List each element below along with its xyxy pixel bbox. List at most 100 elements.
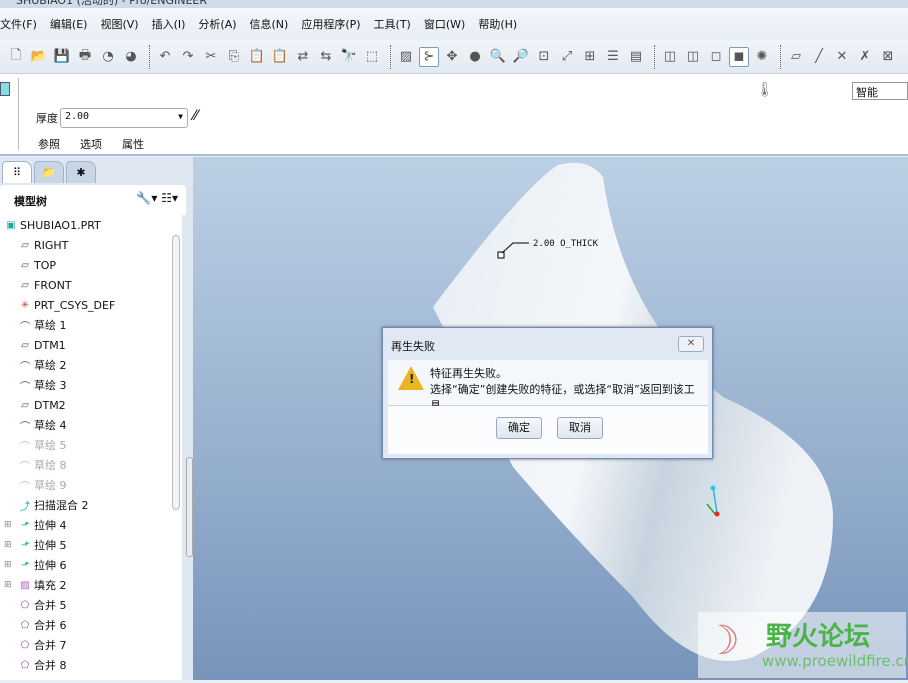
wireframe-icon[interactable]: ◫ (660, 47, 680, 67)
orient-icon[interactable]: ✥ (442, 47, 462, 67)
tree-item[interactable]: ⬠ 合并 7 (18, 635, 67, 655)
paste-special-icon[interactable]: 📋 (270, 47, 290, 67)
shading-icon[interactable]: ◼ (729, 46, 749, 67)
open-icon[interactable]: 📂 (29, 47, 49, 67)
tree-item[interactable]: ⌒ 草绘 3 (18, 375, 67, 395)
expand-icon[interactable]: ⊞ (4, 540, 12, 550)
tree-item[interactable]: ⬠ 合并 5 (18, 595, 67, 615)
menu-item[interactable]: 视图(V) (100, 16, 138, 32)
expand-icon[interactable]: ⊞ (4, 520, 12, 530)
copy-icon[interactable]: ⎘ (224, 47, 244, 67)
close-button[interactable]: ✕ (678, 336, 704, 352)
refit-icon[interactable]: ⊡ (534, 47, 554, 67)
tab-properties[interactable]: 属性 (122, 136, 144, 152)
menu-item[interactable]: 分析(A) (198, 16, 236, 32)
selection-filter[interactable]: 智能 (852, 82, 908, 100)
menu-item[interactable]: 插入(I) (152, 16, 186, 32)
menu-item[interactable]: 工具(T) (374, 16, 411, 32)
tree-item[interactable]: ⌒ 草绘 2 (18, 355, 67, 375)
tree-item[interactable]: ⌒ 草绘 9 (18, 475, 67, 495)
menu-item[interactable]: 帮助(H) (478, 16, 517, 32)
send-icon[interactable]: ◔ (98, 47, 118, 67)
tree-scrollbar[interactable] (172, 235, 180, 510)
zoom-out-icon[interactable]: 🔎 (511, 47, 531, 67)
tree-item[interactable]: ✳ PRT_CSYS_DEF (18, 295, 116, 315)
redo-icon[interactable]: ↷ (178, 47, 198, 67)
csys-icon[interactable]: ✗ (855, 47, 875, 67)
tree-item[interactable]: ⌒ 草绘 8 (18, 455, 67, 475)
tree-item-label: FRONT (34, 278, 72, 292)
tree-item[interactable]: ⤴ 扫描混合 2 (18, 495, 89, 515)
tree-item[interactable]: ⊞ ▨ 填充 2 (4, 575, 67, 595)
datum-point-icon[interactable]: ✕ (832, 47, 852, 67)
layers-icon[interactable]: ☰ (603, 47, 623, 67)
tree-item[interactable]: ⊞ ⬏ 拉伸 4 (4, 515, 67, 535)
repaint-icon[interactable]: ▨ (396, 47, 416, 67)
tree-item[interactable]: ▱ RIGHT (18, 235, 68, 255)
tree-item-label: 扫描混合 2 (34, 499, 89, 512)
dropdown-arrow-icon[interactable]: ▼ (178, 112, 183, 121)
view-manager-icon[interactable]: ▤ (626, 47, 646, 67)
tree-item[interactable]: ⌒ 草绘 1 (18, 315, 67, 335)
datum-axis-icon[interactable]: ╱ (809, 47, 829, 67)
new-icon[interactable]: 🗋 (6, 47, 26, 67)
select-box-icon[interactable]: ⬚ (362, 47, 382, 67)
enhanced-realism-icon[interactable]: ✺ (752, 47, 772, 67)
save-icon[interactable]: 💾 (52, 47, 72, 67)
thicken-feature-icon (0, 82, 10, 96)
no-hidden-icon[interactable]: ◻ (706, 47, 726, 67)
print-icon[interactable]: 🖶 (75, 47, 95, 67)
tab-references[interactable]: 参照 (38, 136, 60, 152)
cut-icon[interactable]: ✂ (201, 47, 221, 67)
link-icon[interactable]: ◕ (121, 47, 141, 67)
csys-icon: ✳ (20, 299, 30, 311)
ok-button[interactable]: 确定 (496, 417, 542, 439)
panel-splitter[interactable] (186, 457, 193, 557)
paste-icon[interactable]: 📋 (247, 47, 267, 67)
datum-plane-icon[interactable]: ▱ (786, 47, 806, 67)
tree-settings-icon[interactable]: 🔧▾ (136, 191, 157, 205)
tree-item-label: 填充 2 (34, 579, 67, 592)
tab-options[interactable]: 选项 (80, 136, 102, 152)
annotation-icon[interactable]: ⊠ (878, 47, 898, 67)
expand-icon[interactable]: ⊞ (4, 580, 12, 590)
favorites-tab[interactable]: ✱ (66, 161, 96, 183)
tree-item[interactable]: ▱ DTM1 (18, 335, 66, 355)
appearance-icon[interactable]: ● (465, 47, 485, 67)
tree-item[interactable]: ⊞ ⬏ 拉伸 6 (4, 555, 67, 575)
menu-item[interactable]: 信息(N) (250, 16, 289, 32)
tree-item[interactable]: ▱ TOP (18, 255, 56, 275)
saved-views-icon[interactable]: ⊞ (580, 47, 600, 67)
menu-item[interactable]: 编辑(E) (50, 16, 88, 32)
menu-item[interactable]: 窗口(W) (424, 16, 465, 32)
reorient-icon[interactable]: ⤢ (557, 47, 577, 67)
thermometer-icon[interactable]: 🌡 (756, 82, 774, 98)
tree-item[interactable]: ▱ DTM2 (18, 395, 66, 415)
tree-item[interactable]: ⬠ 合并 8 (18, 655, 67, 675)
hidden-line-icon[interactable]: ◫ (683, 47, 703, 67)
menu-item[interactable]: 应用程序(P) (301, 16, 360, 32)
model-tree-tab[interactable]: ⠿ (2, 161, 32, 183)
tree-item[interactable]: ▱ FRONT (18, 275, 72, 295)
thickness-dimension[interactable]: 2.00 O_THICK (533, 239, 598, 249)
regenerate-icon[interactable]: ⇄ (293, 47, 313, 67)
flip-direction-icon[interactable]: ⁄⁄ (193, 108, 198, 124)
undo-icon[interactable]: ↶ (155, 47, 175, 67)
regen-manager-icon[interactable]: ⇆ (316, 47, 336, 67)
cancel-button[interactable]: 取消 (557, 417, 603, 439)
expand-icon[interactable]: ⊞ (4, 560, 12, 570)
thickness-value: 2.00 (65, 111, 90, 122)
thickness-input[interactable]: 2.00 ▼ (60, 108, 188, 128)
merge-icon: ⬠ (20, 639, 30, 651)
folder-browser-tab[interactable]: 📁 (34, 161, 64, 183)
tree-item[interactable]: ⌒ 草绘 4 (18, 415, 67, 435)
tree-item[interactable]: ▣ SHUBIAO1.PRT (4, 215, 101, 235)
tree-item[interactable]: ⬠ 合并 6 (18, 615, 67, 635)
tree-item[interactable]: ⊞ ⬏ 拉伸 5 (4, 535, 67, 555)
menu-item[interactable]: 文件(F) (0, 16, 37, 32)
tree-columns-icon[interactable]: ☷▾ (161, 191, 178, 205)
tree-item[interactable]: ⌒ 草绘 5 (18, 435, 67, 455)
find-icon[interactable]: 🔭 (339, 47, 359, 67)
zoom-in-icon[interactable]: 🔍 (488, 47, 508, 67)
spin-center-icon[interactable]: ⊱ (419, 46, 439, 67)
